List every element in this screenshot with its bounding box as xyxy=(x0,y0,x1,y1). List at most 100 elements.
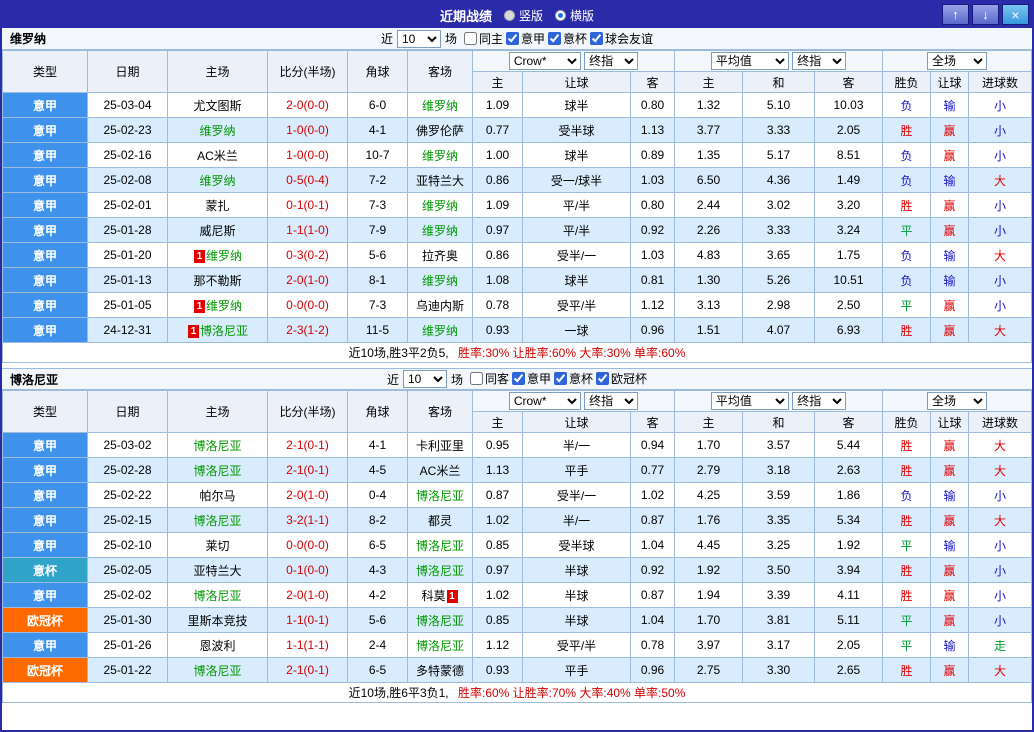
move-down-button[interactable]: ↓ xyxy=(972,4,999,25)
team-name[interactable]: 帕尔马 xyxy=(199,489,235,503)
team-name[interactable]: 威尼斯 xyxy=(199,224,235,238)
home-team-cell: 维罗纳 xyxy=(167,167,268,193)
team-name[interactable]: 博洛尼亚 xyxy=(416,564,464,578)
filter-checkbox-意杯[interactable]: 意杯 xyxy=(548,30,587,47)
avg-draw-odds: 5.26 xyxy=(742,267,816,293)
team-name[interactable]: 博洛尼亚 xyxy=(416,539,464,553)
team-name[interactable]: 博洛尼亚 xyxy=(193,464,241,478)
team-name[interactable]: 佛罗伦萨 xyxy=(416,124,464,138)
team-name[interactable]: 维罗纳 xyxy=(199,174,235,188)
team-name[interactable]: 维罗纳 xyxy=(206,249,242,263)
layout-radio-vertical[interactable]: 竖版 xyxy=(503,7,543,24)
checkbox-球会友谊[interactable] xyxy=(590,31,604,45)
team-name[interactable]: 那不勒斯 xyxy=(193,274,241,288)
team-name[interactable]: 拉齐奥 xyxy=(422,249,458,263)
avg-draw-odds: 3.33 xyxy=(742,217,816,243)
league-type-cell: 欧冠杯 xyxy=(2,657,88,683)
team-name[interactable]: 维罗纳 xyxy=(199,124,235,138)
match-count-select[interactable]: 10 xyxy=(396,29,441,48)
match-date: 25-02-05 xyxy=(87,557,168,583)
checkbox-意杯[interactable] xyxy=(548,31,562,45)
checkbox-同客[interactable] xyxy=(469,372,483,385)
corner-score: 4-3 xyxy=(347,557,408,583)
filter-checkbox-球会友谊[interactable]: 球会友谊 xyxy=(590,30,653,47)
corner-score: 0-4 xyxy=(347,482,408,508)
team-name[interactable]: 都灵 xyxy=(428,514,452,528)
goals-result-cell: 小 xyxy=(968,292,1032,318)
odds-stage-select[interactable]: 终指 xyxy=(584,392,639,410)
team-name[interactable]: 乌迪内斯 xyxy=(416,299,464,313)
match-row: 欧冠杯 25-01-22 博洛尼亚 2-1(0-1) 6-5 多特蒙德 0.93 平手 0.96… xyxy=(2,657,1032,683)
radio-horizontal-label: 横版 xyxy=(570,8,595,23)
avg-stage-select[interactable]: 终指 xyxy=(792,392,847,410)
team-name[interactable]: 尤文图斯 xyxy=(193,99,241,113)
team-name[interactable]: 莱切 xyxy=(205,539,229,553)
team-name[interactable]: 里斯本竞技 xyxy=(187,614,247,628)
filter-checkbox-意甲[interactable]: 意甲 xyxy=(506,30,545,47)
team-name[interactable]: 维罗纳 xyxy=(422,274,458,288)
filter-checkbox-同主[interactable]: 同主 xyxy=(463,30,503,47)
team-name[interactable]: 博洛尼亚 xyxy=(193,514,241,528)
filter-checkbox-意杯[interactable]: 意杯 xyxy=(554,370,593,387)
team-name[interactable]: 博洛尼亚 xyxy=(416,614,464,628)
scope-select[interactable]: 全场 xyxy=(927,392,988,410)
match-count-select[interactable]: 10 xyxy=(402,370,447,388)
team-name[interactable]: AC米兰 xyxy=(197,149,238,163)
odds-stage-select[interactable]: 终指 xyxy=(584,52,639,70)
move-up-button[interactable]: ↑ xyxy=(942,4,969,25)
checkbox-意杯[interactable] xyxy=(554,372,568,385)
team-name[interactable]: 博洛尼亚 xyxy=(200,324,248,338)
close-button[interactable]: × xyxy=(1002,4,1029,25)
avg-draw-odds: 3.35 xyxy=(742,507,816,533)
team-name[interactable]: 科莫 xyxy=(421,589,445,603)
team-name[interactable]: 博洛尼亚 xyxy=(416,639,464,653)
team-name[interactable]: 亚特兰大 xyxy=(193,564,241,578)
team-name[interactable]: 维罗纳 xyxy=(422,199,458,213)
filter-checkbox-欧冠杯[interactable]: 欧冠杯 xyxy=(596,370,647,387)
handicap-result-cell: 赢 xyxy=(930,432,970,458)
team-name[interactable]: 维罗纳 xyxy=(206,299,242,313)
team-name[interactable]: 亚特兰大 xyxy=(416,174,464,188)
layout-radio-horizontal[interactable]: 横版 xyxy=(555,7,594,24)
away-team-cell: AC米兰 xyxy=(407,457,473,483)
team-name[interactable]: 博洛尼亚 xyxy=(416,489,464,503)
team-name[interactable]: 恩波利 xyxy=(199,639,235,653)
avg-select[interactable]: 平均值 xyxy=(710,392,789,410)
away-odds: 1.03 xyxy=(629,242,676,268)
match-score: 2-3(1-2) xyxy=(267,317,348,343)
goals-result-cell: 大 xyxy=(968,457,1032,483)
match-row: 意甲 25-03-04 尤文图斯 2-0(0-0) 6-0 维罗纳 1.09 球半 0.80 1.… xyxy=(2,92,1032,118)
avg-away-odds: 6.93 xyxy=(814,317,884,343)
checkbox-欧冠杯[interactable] xyxy=(596,372,610,385)
avg-away-odds: 1.86 xyxy=(814,482,884,508)
team-name[interactable]: 蒙扎 xyxy=(205,199,229,213)
team-name[interactable]: AC米兰 xyxy=(420,464,461,478)
radio-icon[interactable] xyxy=(503,9,515,21)
team-name[interactable]: 维罗纳 xyxy=(422,224,458,238)
checkbox-同主[interactable] xyxy=(463,31,477,45)
avg-stage-select[interactable]: 终指 xyxy=(792,52,847,70)
goals-result-cell: 小 xyxy=(968,582,1032,608)
radio-icon[interactable] xyxy=(555,9,566,21)
scope-select[interactable]: 全场 xyxy=(927,52,988,70)
filter-checkbox-同客[interactable]: 同客 xyxy=(469,370,509,387)
match-date: 25-01-20 xyxy=(87,242,168,268)
handicap-result-cell: 输 xyxy=(930,167,970,193)
avg-select[interactable]: 平均值 xyxy=(710,52,789,70)
odds-company-select[interactable]: Crow* xyxy=(508,52,581,70)
team-name[interactable]: 博洛尼亚 xyxy=(193,664,241,678)
checkbox-意甲[interactable] xyxy=(512,372,525,385)
filter-checkbox-意甲[interactable]: 意甲 xyxy=(512,370,551,387)
team-name[interactable]: 维罗纳 xyxy=(422,149,458,163)
handicap-line: 半球 xyxy=(522,582,631,608)
team-name[interactable]: 博洛尼亚 xyxy=(193,439,241,453)
home-team-cell: 博洛尼亚 xyxy=(167,457,268,483)
corner-score: 6-5 xyxy=(347,532,408,558)
team-name[interactable]: 维罗纳 xyxy=(422,324,458,338)
checkbox-意甲[interactable] xyxy=(506,31,519,45)
team-name[interactable]: 维罗纳 xyxy=(422,99,458,113)
team-name[interactable]: 多特蒙德 xyxy=(416,664,464,678)
team-name[interactable]: 博洛尼亚 xyxy=(193,589,241,603)
team-name[interactable]: 卡利亚里 xyxy=(416,439,464,453)
odds-company-select[interactable]: Crow* xyxy=(508,392,581,410)
